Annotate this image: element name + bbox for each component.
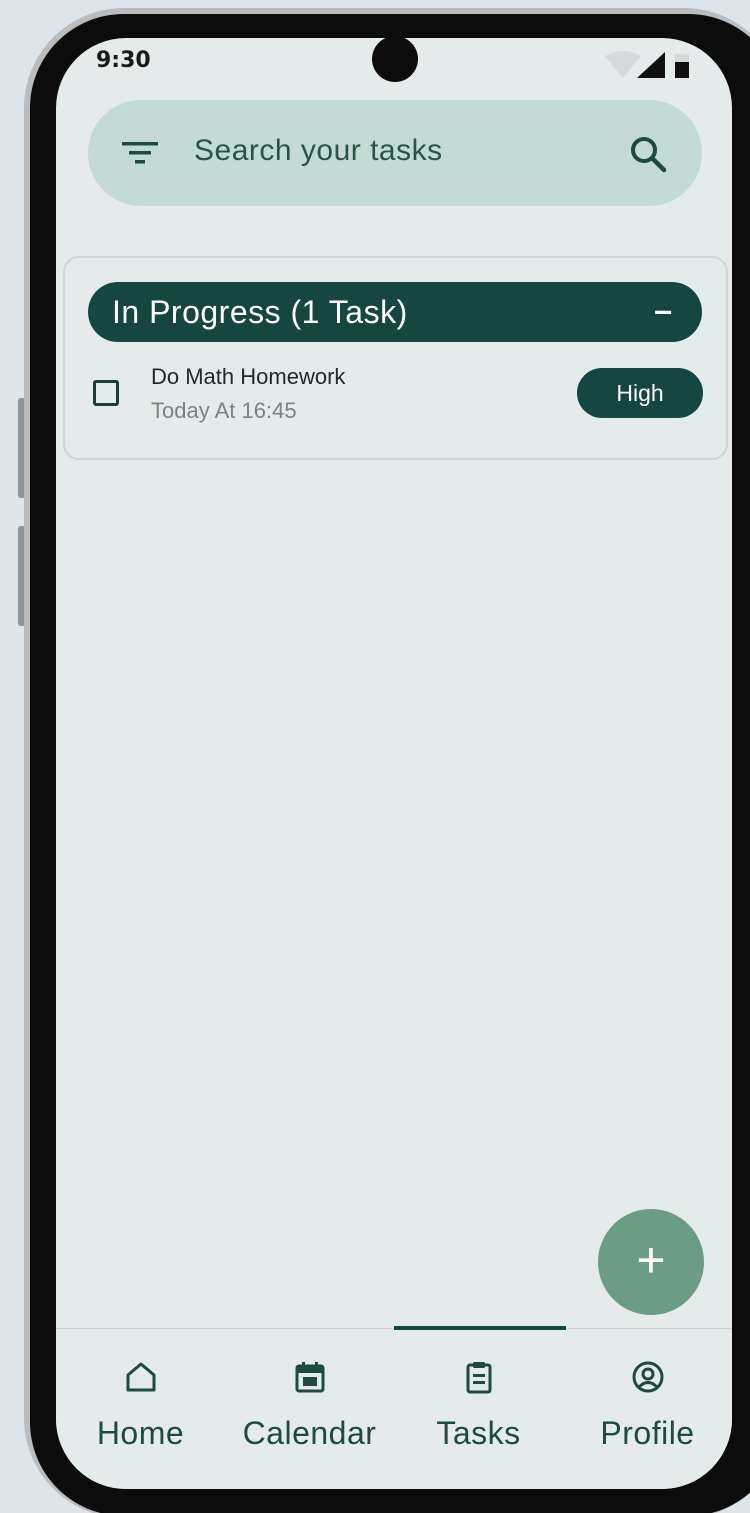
signal-icon <box>637 52 665 78</box>
search-bar[interactable]: Search your tasks <box>88 100 702 206</box>
camera-cutout <box>372 38 418 82</box>
nav-item-profile[interactable]: Profile <box>563 1329 732 1489</box>
nav-label-profile: Profile <box>600 1415 695 1451</box>
priority-badge: High <box>577 368 703 418</box>
filter-icon[interactable] <box>122 138 158 168</box>
task-group-card: In Progress (1 Task) – Do Math Homework … <box>63 256 728 460</box>
nav-item-tasks[interactable]: Tasks <box>394 1329 563 1489</box>
task-due-time: Today At 16:45 <box>151 398 297 423</box>
bottom-nav: Home Calendar Tasks Profile <box>56 1326 732 1489</box>
task-checkbox[interactable] <box>93 380 119 406</box>
search-input[interactable]: Search your tasks <box>194 134 443 168</box>
clipboard-icon <box>466 1362 491 1394</box>
nav-label-tasks: Tasks <box>436 1415 521 1451</box>
status-icons <box>605 51 689 78</box>
calendar-icon <box>295 1362 324 1393</box>
group-title: In Progress (1 Task) <box>112 294 408 330</box>
nav-item-calendar[interactable]: Calendar <box>225 1329 394 1489</box>
nav-label-home: Home <box>96 1415 185 1451</box>
nav-label-calendar: Calendar <box>242 1415 377 1451</box>
home-icon <box>126 1362 155 1392</box>
add-task-button[interactable]: + <box>598 1209 704 1315</box>
app-stage: 9:30 Search your tasks In Progress (1 Ta… <box>0 0 750 1513</box>
wifi-icon <box>605 51 641 78</box>
phone-screen: 9:30 Search your tasks In Progress (1 Ta… <box>56 38 732 1489</box>
nav-item-home[interactable]: Home <box>56 1329 225 1489</box>
group-header[interactable]: In Progress (1 Task) – <box>88 282 702 342</box>
collapse-toggle[interactable]: – <box>654 292 672 329</box>
profile-icon <box>632 1361 663 1393</box>
task-title[interactable]: Do Math Homework <box>151 364 345 390</box>
status-time: 9:30 <box>96 48 151 73</box>
plus-icon: + <box>636 1232 666 1288</box>
search-icon[interactable] <box>628 134 668 174</box>
